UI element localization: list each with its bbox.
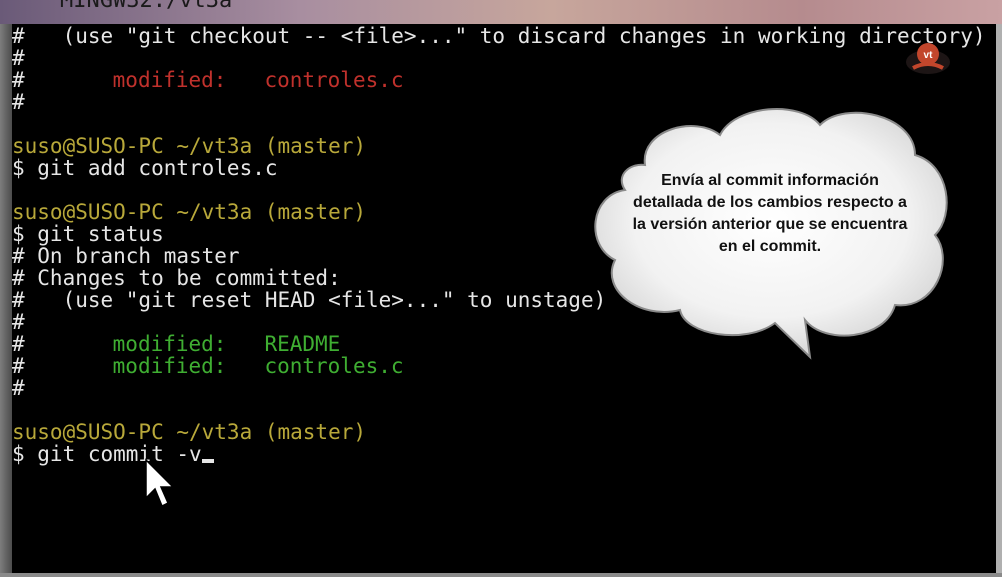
terminal-line: # On branch master [12, 244, 240, 268]
modified-file: controles.c [264, 68, 404, 92]
modified-label: modified: [112, 332, 227, 356]
terminal-line: # [12, 376, 25, 400]
terminal-prompt: suso@SUSO-PC ~/vt3a (master) [12, 134, 367, 158]
window-title: MINGW32:/vt3a [60, 0, 233, 13]
terminal-prompt: suso@SUSO-PC ~/vt3a (master) [12, 420, 367, 444]
terminal-prompt: suso@SUSO-PC ~/vt3a (master) [12, 200, 367, 224]
terminal-line: # (use "git reset HEAD <file>..." to uns… [12, 288, 607, 312]
callout-text: Envía al commit información detallada de… [632, 172, 908, 255]
terminal-line: # (use "git checkout -- <file>..." to di… [12, 24, 986, 48]
modified-label: modified: [112, 68, 227, 92]
terminal-line: # Changes to be committed: [12, 266, 341, 290]
logo-label: vt [924, 50, 934, 61]
window-right-border [996, 24, 1002, 577]
window-left-border [0, 24, 12, 577]
text-cursor [201, 459, 214, 463]
modified-file: controles.c [264, 354, 404, 378]
terminal-line: # modified: controles.c [12, 69, 404, 91]
mouse-pointer-icon [145, 458, 175, 508]
terminal-command-current[interactable]: $ git commit -v [12, 443, 214, 465]
terminal-line: # [12, 46, 25, 70]
terminal-line: # modified: README [12, 333, 340, 355]
terminal-line: # [12, 310, 25, 334]
terminal-command: $ git add controles.c [12, 156, 278, 180]
modified-label: modified: [112, 354, 227, 378]
terminal-command: $ git status [12, 222, 164, 246]
screen: MINGW32:/vt3a # (use "git checkout -- <f… [0, 0, 1002, 577]
window-bottom-border [0, 573, 1002, 577]
hash-mark: # [12, 354, 25, 378]
window-titlebar[interactable]: MINGW32:/vt3a [0, 0, 1002, 24]
terminal-line: # modified: controles.c [12, 355, 404, 377]
modified-file: README [264, 332, 341, 356]
hash-mark: # [12, 332, 25, 356]
vt-logo-icon: vt [906, 43, 950, 74]
hash-mark: # [12, 68, 25, 92]
terminal-line: # [12, 90, 25, 114]
